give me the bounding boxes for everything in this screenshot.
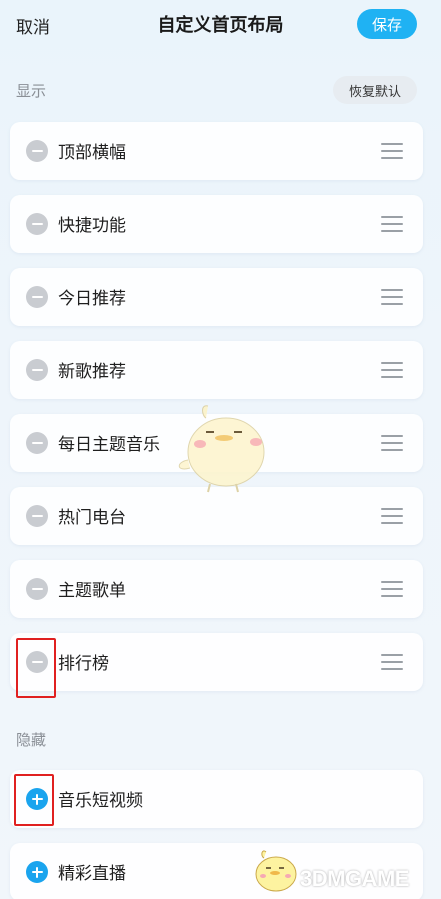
remove-icon[interactable] xyxy=(26,578,48,600)
item-label: 新歌推荐 xyxy=(58,362,126,382)
page-title: 自定义首页布局 xyxy=(157,15,284,36)
remove-icon[interactable] xyxy=(26,359,48,381)
mascot-watermark-icon xyxy=(178,405,265,493)
drag-handle-icon[interactable] xyxy=(381,289,403,305)
highlight-box xyxy=(14,774,54,826)
list-item-new-songs: 新歌推荐 xyxy=(10,341,423,399)
watermark-logo: 3DMGAME xyxy=(300,866,409,891)
top-bar: 取消 自定义首页布局 保存 xyxy=(0,0,441,50)
highlight-box xyxy=(16,638,56,698)
item-label: 主题歌单 xyxy=(58,581,126,601)
item-label: 今日推荐 xyxy=(58,289,126,309)
list-item-charts: 排行榜 xyxy=(10,633,423,691)
shown-section-label: 显示 xyxy=(16,82,47,100)
list-item-today-recommend: 今日推荐 xyxy=(10,268,423,326)
item-label: 排行榜 xyxy=(58,654,109,674)
drag-handle-icon[interactable] xyxy=(381,435,403,451)
save-button[interactable]: 保存 xyxy=(357,9,417,39)
drag-handle-icon[interactable] xyxy=(381,362,403,378)
drag-handle-icon[interactable] xyxy=(381,508,403,524)
remove-icon[interactable] xyxy=(26,432,48,454)
add-icon[interactable] xyxy=(26,861,48,883)
item-label: 顶部横幅 xyxy=(58,143,126,163)
drag-handle-icon[interactable] xyxy=(381,216,403,232)
hidden-section-label: 隐藏 xyxy=(16,731,47,749)
drag-handle-icon[interactable] xyxy=(381,654,403,670)
item-label: 每日主题音乐 xyxy=(58,435,160,455)
drag-handle-icon[interactable] xyxy=(381,581,403,597)
remove-icon[interactable] xyxy=(26,505,48,527)
list-item-quick-functions: 快捷功能 xyxy=(10,195,423,253)
drag-handle-icon[interactable] xyxy=(381,143,403,159)
list-item-top-banner: 顶部横幅 xyxy=(10,122,423,180)
item-label: 快捷功能 xyxy=(58,216,126,236)
remove-icon[interactable] xyxy=(26,140,48,162)
list-item-music-short-video: 音乐短视频 xyxy=(10,770,423,828)
remove-icon[interactable] xyxy=(26,213,48,235)
list-item-hot-radio: 热门电台 xyxy=(10,487,423,545)
remove-icon[interactable] xyxy=(26,286,48,308)
item-label: 精彩直播 xyxy=(58,864,126,884)
item-label: 音乐短视频 xyxy=(58,791,143,811)
list-item-theme-playlists: 主题歌单 xyxy=(10,560,423,618)
item-label: 热门电台 xyxy=(58,508,126,528)
mascot-logo-icon xyxy=(255,850,297,892)
restore-default-button[interactable]: 恢复默认 xyxy=(333,76,417,104)
cancel-button[interactable]: 取消 xyxy=(16,13,50,38)
